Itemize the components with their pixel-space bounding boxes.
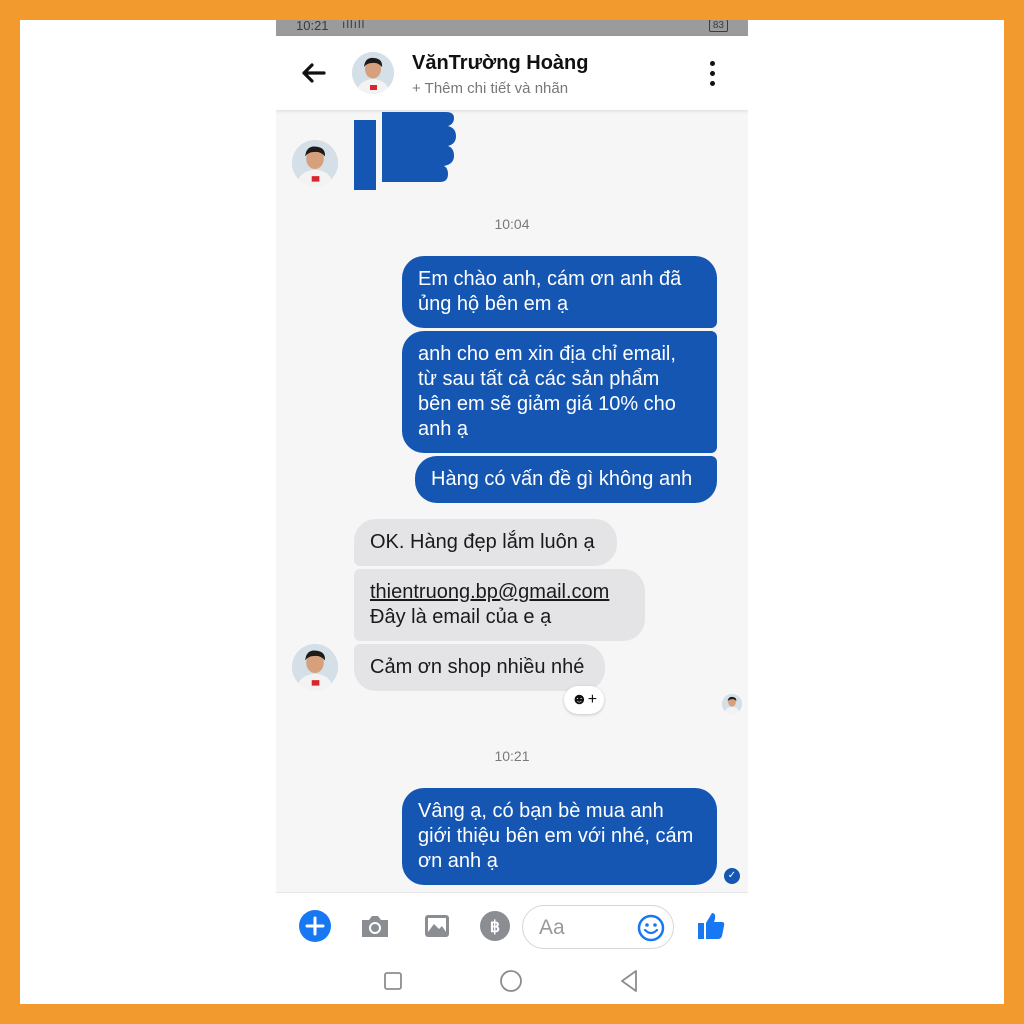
sender-avatar (292, 140, 338, 186)
email-link[interactable]: thientruong.bp@gmail.com (370, 580, 629, 605)
outgoing-message[interactable]: Vâng ạ, có bạn bè mua anh giới thiệu bên… (402, 788, 717, 885)
square-nav-icon[interactable] (380, 968, 406, 994)
add-details-link[interactable]: + Thêm chi tiết và nhãn (412, 80, 568, 97)
add-reaction-button[interactable]: ☻+ (564, 686, 604, 714)
like-icon[interactable] (694, 909, 728, 943)
message-input[interactable] (537, 914, 631, 942)
payment-icon[interactable]: ฿ (478, 909, 512, 943)
incoming-message[interactable]: Cảm ơn shop nhiều nhé (354, 644, 605, 691)
chat-header: VănTrường Hoàng + Thêm chi tiết và nhãn (276, 36, 748, 110)
message-input-box (522, 905, 674, 949)
system-nav-bar (276, 962, 748, 1004)
plus-icon[interactable] (298, 909, 332, 943)
sender-avatar (292, 644, 338, 690)
message-text: Đây là email của e ạ (370, 606, 552, 628)
outgoing-message[interactable]: Em chào anh, cám ơn anh đã ủng hộ bên em… (402, 256, 717, 328)
image-icon[interactable] (420, 909, 454, 943)
timestamp: 10:04 (494, 216, 530, 232)
seen-avatar (722, 694, 742, 714)
emoji-icon[interactable] (637, 914, 665, 942)
back-arrow-icon[interactable] (298, 58, 328, 88)
signal-icon: ıllıll (342, 20, 366, 31)
composer-bar: ฿ (276, 892, 748, 963)
seen-check-icon: ✓ (724, 868, 740, 884)
contact-avatar[interactable] (352, 52, 394, 94)
more-vert-icon[interactable] (702, 58, 722, 92)
camera-icon[interactable] (358, 909, 392, 943)
status-bar: 10:21 ıllıll 83 (276, 20, 748, 36)
circle-nav-icon[interactable] (498, 968, 524, 994)
messenger-screen: 10:21 ıllıll 83 VănTrường Hoàng + Thêm c… (276, 20, 748, 1004)
incoming-message[interactable]: OK. Hàng đẹp lắm luôn ạ (354, 519, 617, 566)
timestamp: 10:21 (494, 748, 530, 764)
outgoing-message[interactable]: anh cho em xin địa chỉ email, từ sau tất… (402, 331, 717, 453)
incoming-message[interactable]: thientruong.bp@gmail.com Đây là email củ… (354, 569, 645, 641)
thumbs-up-icon (354, 112, 464, 190)
status-time: 10:21 (296, 20, 329, 33)
svg-text:฿: ฿ (490, 919, 500, 936)
triangle-nav-icon[interactable] (616, 968, 642, 994)
outgoing-message[interactable]: Hàng có vấn đề gì không anh (415, 456, 717, 503)
battery-icon: 83 (708, 20, 728, 32)
contact-name[interactable]: VănTrường Hoàng (412, 52, 588, 75)
